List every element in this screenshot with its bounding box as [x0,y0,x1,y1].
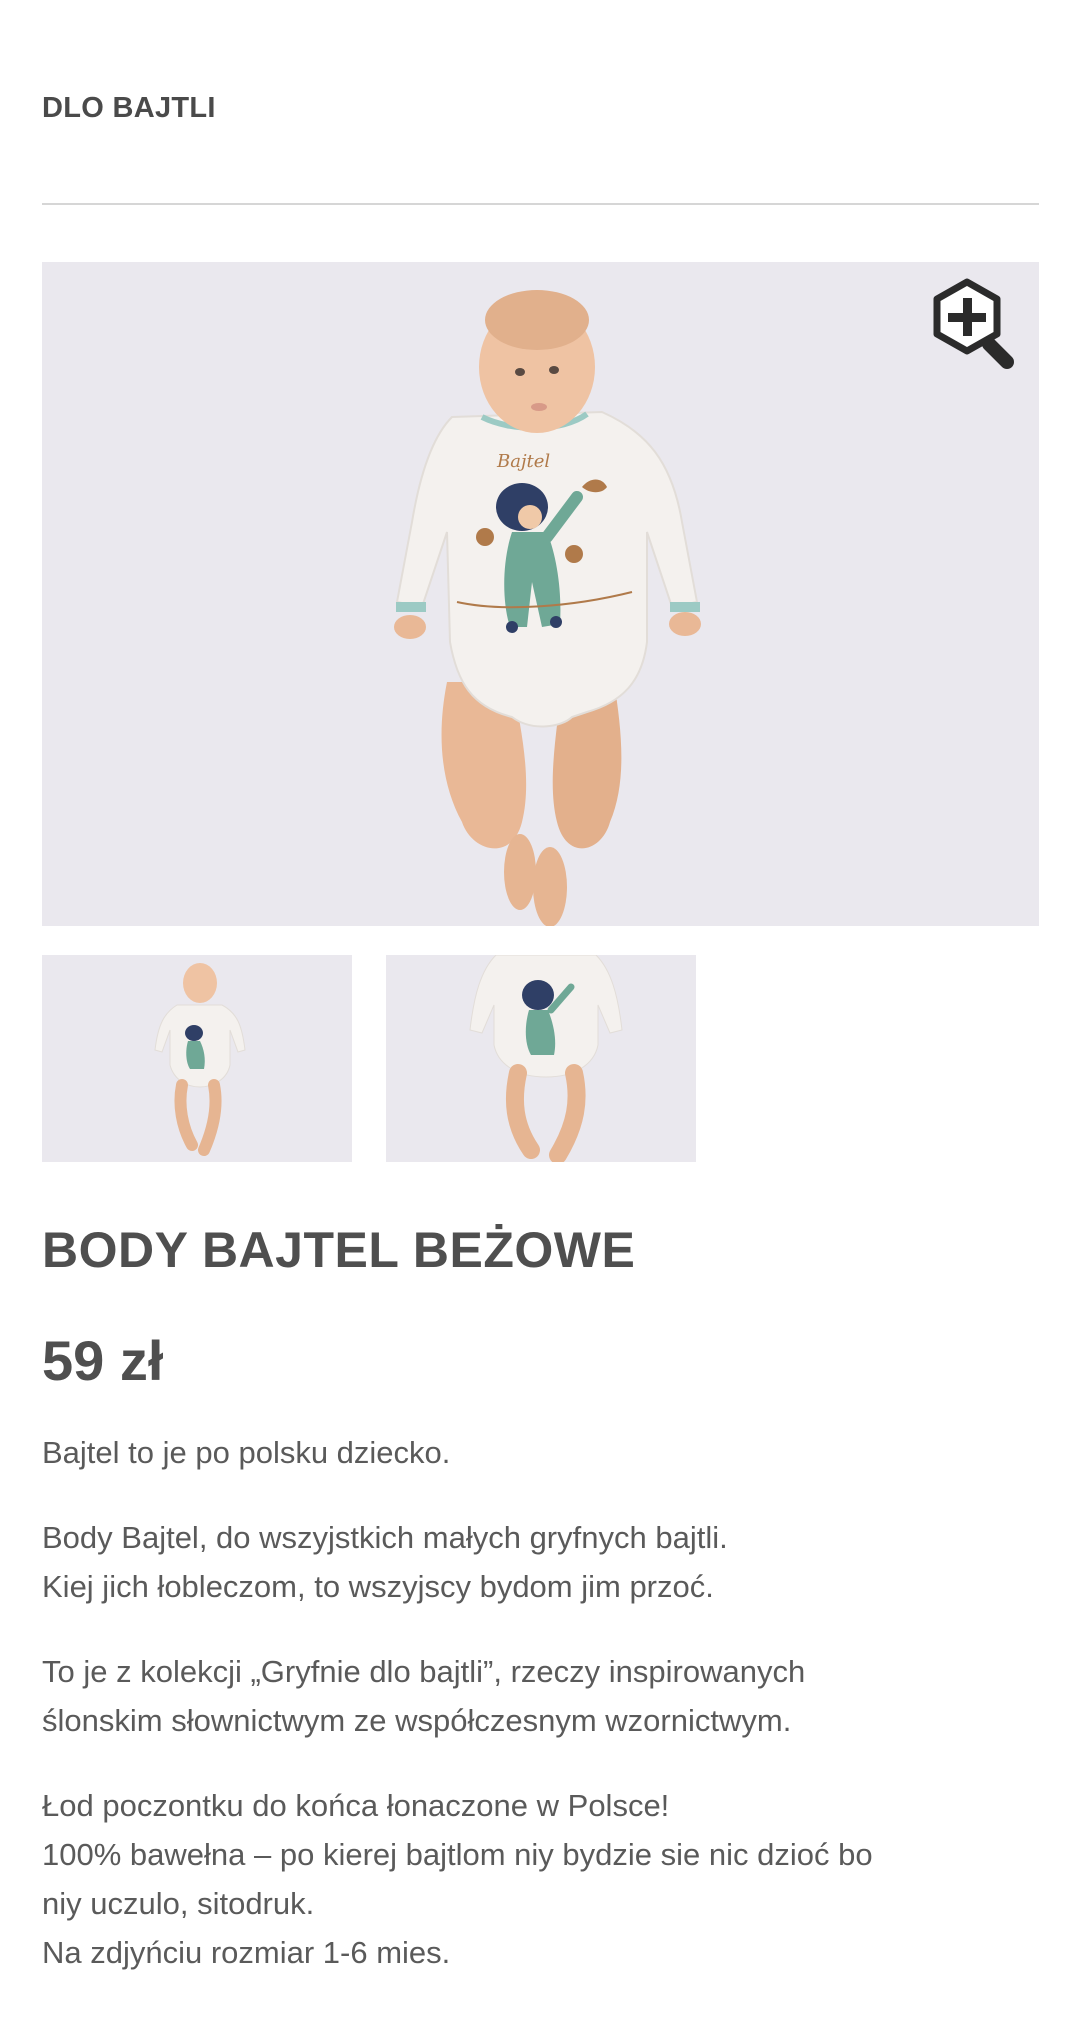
description-line: 100% bawełna – po kierej bajtlom niy byd… [42,1837,873,1872]
thumbnail-1[interactable] [42,955,352,1162]
product-price: 59 zł [42,1329,164,1392]
description-line: Body Bajtel, do wszyjstkich małych gryfn… [42,1520,728,1555]
description-paragraph: Body Bajtel, do wszyjstkich małych gryfn… [42,1513,1042,1611]
product-description: Bajtel to je po polsku dziecko. Body Baj… [42,1428,1042,2013]
description-line: Łod poczontku do końca łonaczone w Polsc… [42,1788,670,1823]
description-paragraph: Łod poczontku do końca łonaczone w Polsc… [42,1781,1042,1977]
description-line: Bajtel to je po polsku dziecko. [42,1435,451,1470]
print-text: Bajtel [496,451,550,472]
description-line: Na zdjyńciu rozmiar 1-6 mies. [42,1935,451,1970]
category-title: DLO BAJTLI [42,92,216,124]
baby-photo: Bajtel [394,290,701,926]
description-line: To je z kolekcji „Gryfnie dlo bajtli”, r… [42,1654,806,1689]
description-paragraph: Bajtel to je po polsku dziecko. [42,1428,1042,1477]
description-line: niy uczulo, sitodruk. [42,1886,315,1921]
thumbnail-2[interactable] [386,955,696,1162]
product-main-image[interactable]: Bajtel [42,262,1039,926]
zoom-in-icon[interactable] [927,274,1027,374]
product-title: BODY BAJTEL BEŻOWE [42,1222,636,1278]
baby-photo-thumb-close [469,955,623,1162]
header-divider [42,203,1039,205]
baby-photo-thumb [154,963,246,1156]
description-line: Kiej jich łobleczom, to wszyjscy bydom j… [42,1569,714,1604]
description-line: ślonskim słownictwym ze współczesnym wzo… [42,1703,792,1738]
description-paragraph: To je z kolekcji „Gryfnie dlo bajtli”, r… [42,1647,1042,1745]
